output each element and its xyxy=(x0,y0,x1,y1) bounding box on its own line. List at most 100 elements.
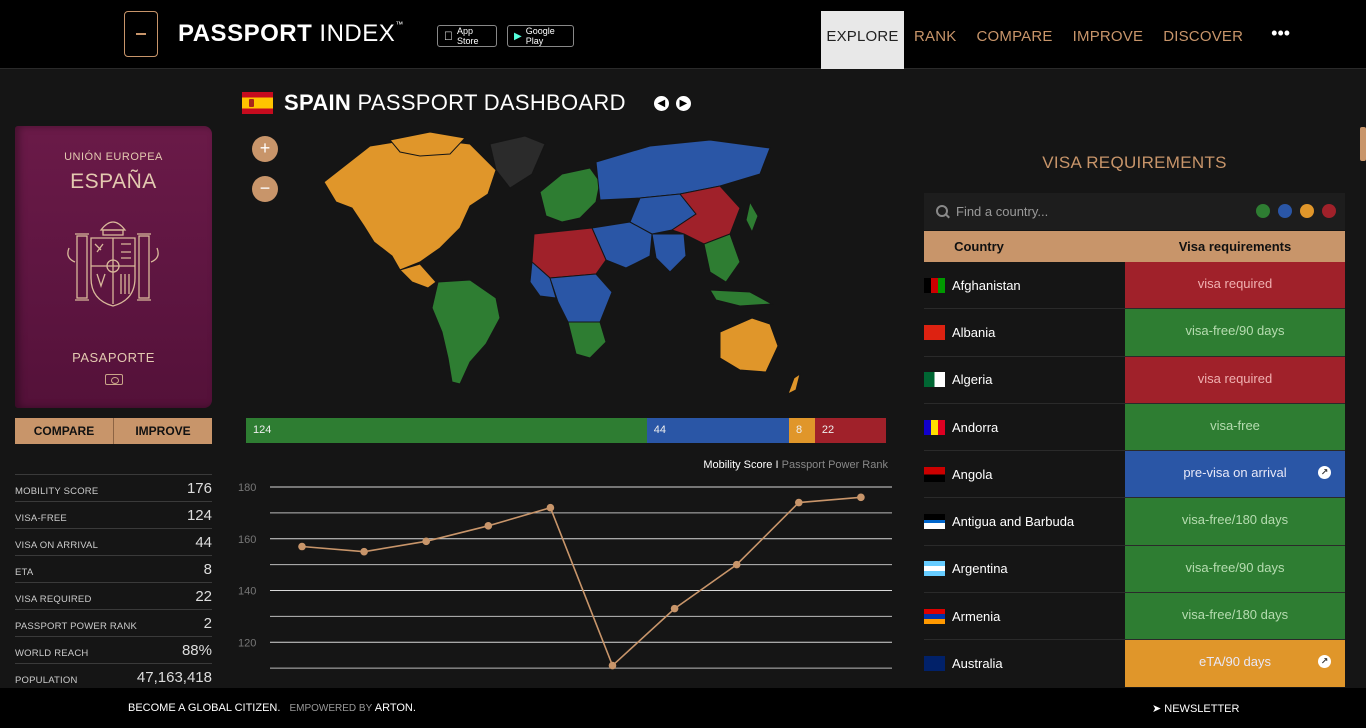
country-name: Algeria xyxy=(952,372,993,388)
prev-country-icon[interactable]: ◀ xyxy=(653,95,669,111)
map-region-southern-africa xyxy=(567,321,607,359)
mobility-score-chart: 120 140 160 180 xyxy=(238,482,892,670)
map-region-europe xyxy=(539,167,601,223)
next-country-icon[interactable]: ▶ xyxy=(675,95,691,111)
legend-power-rank[interactable]: Passport Power Rank xyxy=(782,459,888,471)
footer-powered-by: EMPOWERED BY xyxy=(289,703,373,714)
visa-table-row[interactable]: Afghanistan visa required xyxy=(924,262,1345,310)
visa-country-cell: Angola xyxy=(924,451,1125,497)
visa-requirement-cell: visa required xyxy=(1125,262,1345,309)
map-region-south-asia xyxy=(651,233,687,273)
stat-world-reach: WORLD REACH 88% xyxy=(15,636,212,663)
country-name: Angola xyxy=(952,466,993,482)
filter-visa-on-arrival-dot[interactable] xyxy=(1278,204,1292,218)
visa-table-header: Country Visa requirements xyxy=(924,231,1345,262)
details-arrow-icon[interactable]: ↗ xyxy=(1318,466,1331,480)
legend-separator: I xyxy=(775,459,779,471)
page-scrollbar[interactable] xyxy=(1360,127,1366,161)
legend-mobility-score[interactable]: Mobility Score xyxy=(703,459,772,471)
chart-data-point[interactable] xyxy=(546,503,555,512)
segment-visa-free[interactable]: 124 xyxy=(246,418,647,443)
app-store-button[interactable]:  App Store xyxy=(437,25,497,47)
google-play-button[interactable]: ▶ Google Play xyxy=(507,25,574,47)
play-icon: ▶ xyxy=(514,30,522,42)
visa-country-cell: Antigua and Barbuda xyxy=(924,498,1125,544)
segment-visa-on-arrival[interactable]: 44 xyxy=(646,418,790,443)
visa-table-body: Afghanistan visa required Albania visa-free… xyxy=(924,262,1345,687)
visa-requirement-cell: visa-free/180 days xyxy=(1125,498,1345,545)
chart-data-point[interactable] xyxy=(422,537,430,546)
visa-country-cell: Afghanistan xyxy=(924,262,1125,308)
nav-rank[interactable]: RANK xyxy=(904,11,966,69)
visa-table-row[interactable]: Albania visa-free/90 days xyxy=(924,309,1345,357)
col-requirements-header[interactable]: Visa requirements xyxy=(1125,231,1345,262)
zoom-out-button[interactable]: − xyxy=(252,176,278,202)
chart-data-point[interactable] xyxy=(484,522,493,530)
visa-table-row[interactable]: Antigua and Barbuda visa-free/180 days xyxy=(924,498,1345,546)
dashboard-title: SPAIN PASSPORT DASHBOARD ◀ ▶ xyxy=(242,88,691,118)
compare-button[interactable]: COMPARE xyxy=(15,418,113,444)
zoom-in-button[interactable]: + xyxy=(252,136,278,162)
dashboard-country: SPAIN xyxy=(284,90,352,115)
filter-visa-free-dot[interactable] xyxy=(1256,204,1270,218)
country-search-input[interactable] xyxy=(956,204,1236,219)
improve-button[interactable]: IMPROVE xyxy=(113,418,212,444)
filter-eta-dot[interactable] xyxy=(1300,204,1314,218)
visa-country-cell: Andorra xyxy=(924,404,1125,450)
brand-logo[interactable]: PASSPORT INDEX™ xyxy=(178,20,404,48)
visa-table-row[interactable]: Algeria visa required xyxy=(924,356,1345,404)
passport-stats: MOBILITY SCORE 176 VISA-FREE 124 VISA ON… xyxy=(15,474,212,690)
segment-visa-required[interactable]: 22 xyxy=(814,418,886,443)
chart-data-point[interactable] xyxy=(857,493,865,502)
country-name: Albania xyxy=(952,324,996,340)
chart-data-point[interactable] xyxy=(732,560,741,569)
status-filters xyxy=(1248,204,1336,218)
y-tick-label: 160 xyxy=(238,534,256,546)
chart-data-point[interactable] xyxy=(670,604,679,613)
passport-logo-icon[interactable] xyxy=(124,11,158,57)
world-map[interactable] xyxy=(300,122,820,402)
chart-data-point[interactable] xyxy=(608,661,617,670)
y-tick-label: 120 xyxy=(238,637,256,649)
segment-eta[interactable]: 8 xyxy=(789,418,815,443)
visa-country-cell: Armenia xyxy=(924,593,1125,639)
country-flag-icon xyxy=(924,608,945,624)
country-flag-icon xyxy=(924,372,945,388)
stat-population: POPULATION 47,163,418 xyxy=(15,663,212,690)
passport-cover: UNIÓN EUROPEA ESPAÑA PASAPORTE xyxy=(15,126,212,408)
nav-explore[interactable]: EXPLORE xyxy=(821,11,904,69)
apple-icon:  xyxy=(444,29,453,43)
visa-table-row[interactable]: Andorra visa-free xyxy=(924,403,1345,452)
footer-arton-link[interactable]: ARTON. xyxy=(375,702,416,714)
details-arrow-icon[interactable]: ↗ xyxy=(1318,655,1331,669)
visa-requirement-text: pre-visa on arrival xyxy=(1183,465,1287,481)
visa-requirement-text: visa-free/90 days xyxy=(1185,323,1285,339)
col-country-header[interactable]: Country xyxy=(924,231,1034,262)
chart-data-point[interactable] xyxy=(795,498,803,507)
footer-tagline: BECOME A GLOBAL CITIZEN. xyxy=(128,702,281,714)
main-nav: EXPLORE RANK COMPARE IMPROVE DISCOVER ••… xyxy=(821,11,1290,69)
visa-requirement-cell: visa-free/180 days xyxy=(1125,593,1345,640)
visa-table-row[interactable]: Australia eTA/90 days ↗ xyxy=(924,640,1345,687)
stat-power-rank: PASSPORT POWER RANK 2 xyxy=(15,609,212,636)
country-name: Antigua and Barbuda xyxy=(952,514,1075,530)
map-region-indonesia xyxy=(709,289,774,307)
newsletter-link[interactable]: ➤ NEWSLETTER xyxy=(1152,702,1239,715)
mobility-score-line xyxy=(301,496,861,667)
country-name: Armenia xyxy=(952,608,1001,624)
visa-requirement-text: eTA/90 days xyxy=(1198,654,1272,670)
filter-visa-required-dot[interactable] xyxy=(1322,204,1336,218)
more-menu-icon[interactable]: ••• xyxy=(1253,11,1290,69)
chart-data-point[interactable] xyxy=(360,547,368,556)
map-region-north-africa xyxy=(531,227,607,279)
nav-discover[interactable]: DISCOVER xyxy=(1153,11,1253,69)
map-region-japan xyxy=(745,200,759,234)
visa-table-row[interactable]: Angola pre-visa on arrival ↗ xyxy=(924,451,1345,499)
nav-improve[interactable]: IMPROVE xyxy=(1063,11,1154,69)
stat-visa-on-arrival: VISA ON ARRIVAL 44 xyxy=(15,528,212,555)
nav-compare[interactable]: COMPARE xyxy=(966,11,1062,69)
visa-table-row[interactable]: Armenia visa-free/180 days xyxy=(924,593,1345,641)
visa-table-row[interactable]: Argentina visa-free/90 days xyxy=(924,545,1345,594)
chart-data-point[interactable] xyxy=(298,542,306,551)
spain-flag-icon xyxy=(242,92,273,114)
